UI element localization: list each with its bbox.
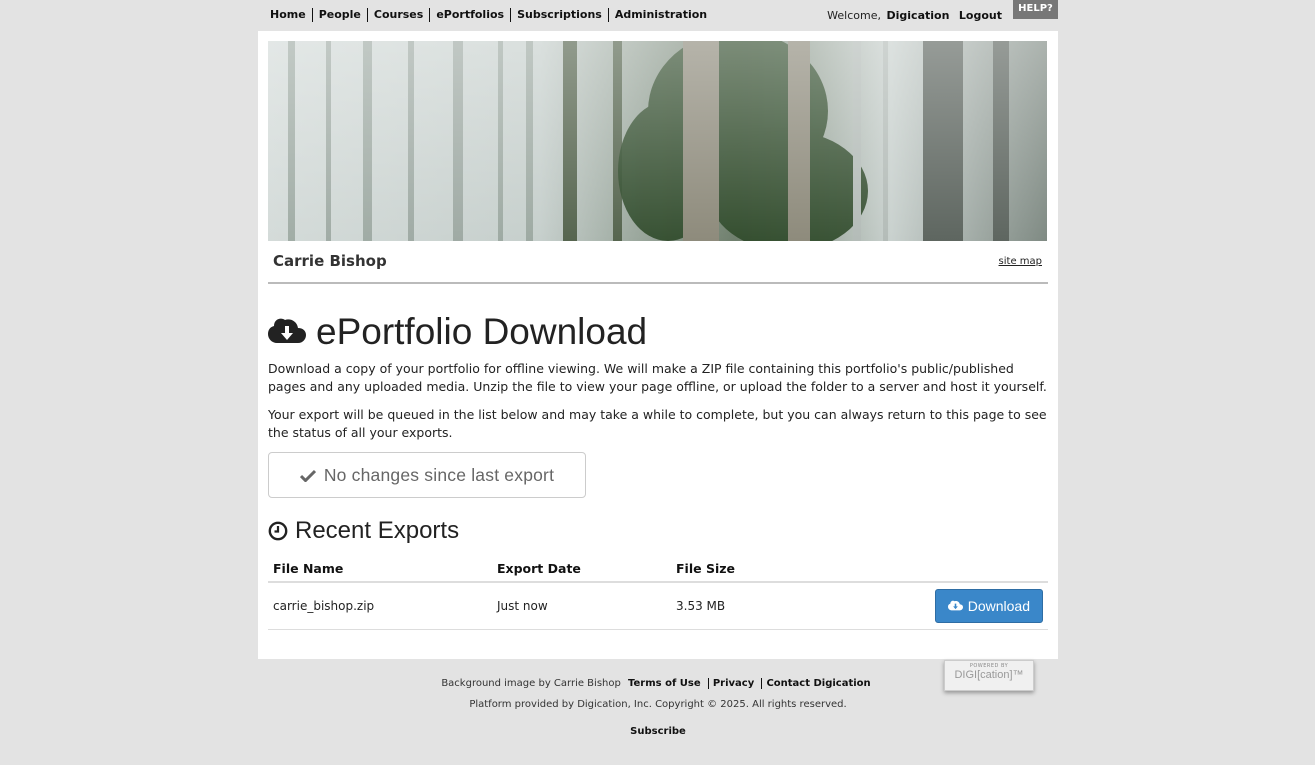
- username-link[interactable]: Digication: [887, 9, 950, 22]
- column-action: [831, 556, 1048, 583]
- table-header-row: File Name Export Date File Size: [268, 556, 1048, 583]
- page-title-text: ePortfolio Download: [316, 311, 648, 352]
- no-changes-button: No changes since last export: [268, 452, 586, 498]
- contact-link[interactable]: Contact Digication: [761, 678, 875, 689]
- export-date-cell: Just now: [492, 582, 671, 630]
- background-credit: Background image by Carrie Bishop: [441, 678, 621, 689]
- help-button[interactable]: HELP?: [1013, 0, 1058, 19]
- top-bar: Home People Courses ePortfolios Subscrip…: [258, 0, 1058, 30]
- page-title: ePortfolio Download: [268, 311, 647, 353]
- logout-link[interactable]: Logout: [959, 9, 1002, 22]
- divider: [268, 282, 1048, 284]
- copyright-text: Platform provided by Digication, Inc. Co…: [469, 699, 847, 710]
- main-nav: Home People Courses ePortfolios Subscrip…: [270, 8, 713, 22]
- subscribe-link[interactable]: Subscribe: [258, 726, 1058, 737]
- intro-paragraph: Download a copy of your portfolio for of…: [268, 361, 1047, 394]
- file-size-cell: 3.53 MB: [671, 582, 831, 630]
- download-button[interactable]: Download: [934, 588, 1043, 623]
- digication-badge[interactable]: POWERED BY DIGI[cation]™: [944, 660, 1034, 691]
- site-map-link[interactable]: site map: [999, 256, 1042, 267]
- nav-courses[interactable]: Courses: [366, 8, 429, 22]
- privacy-link[interactable]: Privacy: [707, 678, 759, 689]
- file-name-cell: carrie_bishop.zip: [268, 582, 492, 630]
- badge-logo-text: DIGI[cation]™: [954, 669, 1024, 681]
- footer-links: Background image by Carrie Bishop Terms …: [258, 678, 1058, 689]
- column-file-name: File Name: [268, 556, 492, 583]
- main-panel: Carrie Bishop site map ePortfolio Downlo…: [258, 31, 1058, 659]
- banner-image: [268, 41, 1047, 241]
- cloud-download-icon: [947, 600, 963, 611]
- check-icon: [299, 469, 316, 482]
- terms-link[interactable]: Terms of Use: [624, 678, 705, 689]
- portfolio-owner-name[interactable]: Carrie Bishop: [273, 252, 387, 270]
- welcome-area: Welcome, Digication Logout: [827, 9, 1002, 22]
- recent-exports-heading: Recent Exports: [268, 517, 459, 545]
- column-export-date: Export Date: [492, 556, 671, 583]
- clock-icon: [268, 521, 288, 541]
- download-label: Download: [967, 597, 1030, 614]
- nav-administration[interactable]: Administration: [607, 8, 713, 22]
- no-changes-label: No changes since last export: [323, 464, 555, 485]
- cloud-download-icon: [268, 318, 306, 343]
- recent-exports-title: Recent Exports: [295, 517, 460, 544]
- nav-subscriptions[interactable]: Subscriptions: [510, 8, 608, 22]
- table-row: carrie_bishop.zip Just now 3.53 MB Downl…: [268, 582, 1048, 630]
- nav-eportfolios[interactable]: ePortfolios: [429, 8, 510, 22]
- welcome-text: Welcome,: [827, 9, 881, 22]
- nav-people[interactable]: People: [311, 8, 367, 22]
- action-cell: Download: [831, 582, 1048, 630]
- nav-home[interactable]: Home: [270, 8, 312, 22]
- column-file-size: File Size: [671, 556, 831, 583]
- forest-image: [268, 41, 1047, 241]
- exports-table: File Name Export Date File Size carrie_b…: [268, 556, 1048, 630]
- queue-paragraph: Your export will be queued in the list b…: [268, 407, 1047, 440]
